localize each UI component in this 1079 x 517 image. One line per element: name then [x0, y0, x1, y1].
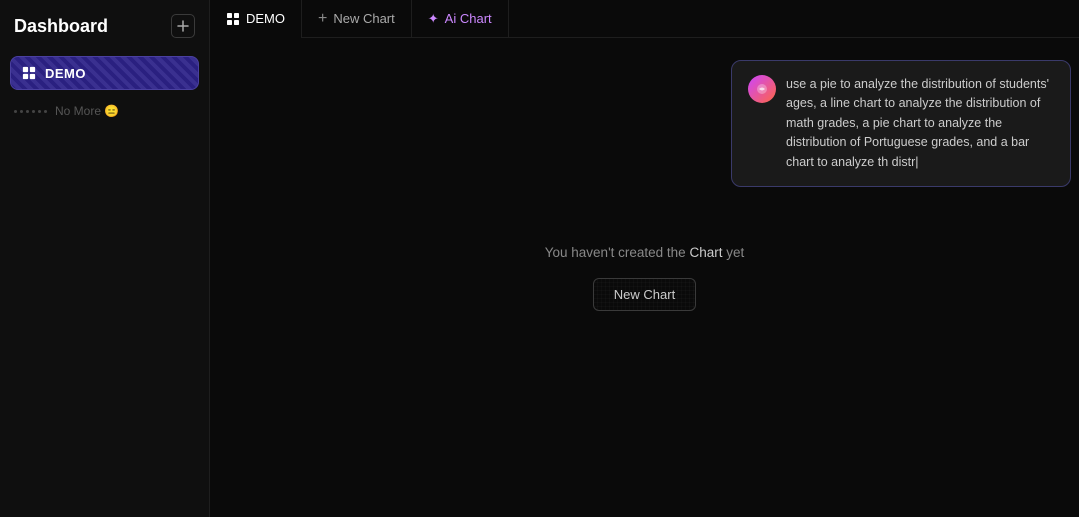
dot-5	[38, 110, 41, 113]
tab-demo-label: DEMO	[246, 11, 285, 26]
dot-4	[32, 110, 35, 113]
empty-state: You haven't created the Chart yet New Ch…	[545, 245, 744, 311]
sidebar-divider: No More 😑	[10, 104, 199, 118]
empty-state-text: You haven't created the Chart yet	[545, 245, 744, 260]
ai-tooltip: use a pie to analyze the distribution of…	[731, 60, 1071, 187]
empty-text-chart: Chart	[689, 245, 722, 260]
empty-text-prefix: You haven't created the	[545, 245, 690, 260]
sidebar-header: Dashboard	[10, 14, 199, 38]
empty-text-suffix: yet	[722, 245, 744, 260]
tab-ai-chart-label: Ai Chart	[445, 11, 492, 26]
divider-dots	[14, 110, 47, 113]
ai-tooltip-text: use a pie to analyze the distribution of…	[786, 75, 1054, 172]
tab-new-chart[interactable]: + New Chart	[302, 0, 412, 38]
add-dashboard-button[interactable]	[171, 14, 195, 38]
top-nav: DEMO + New Chart ✦ Ai Chart	[210, 0, 1079, 38]
sidebar-item-demo-label: DEMO	[45, 66, 86, 81]
new-chart-button-label: New Chart	[614, 287, 675, 302]
dot-6	[44, 110, 47, 113]
no-more-label: No More 😑	[55, 104, 119, 118]
dot-1	[14, 110, 17, 113]
dot-2	[20, 110, 23, 113]
dot-3	[26, 110, 29, 113]
plus-icon: +	[318, 10, 327, 28]
grid-icon	[21, 65, 37, 81]
tab-demo[interactable]: DEMO	[210, 0, 302, 38]
sparkle-icon: ✦	[428, 11, 439, 27]
sidebar-item-demo[interactable]: DEMO	[10, 56, 199, 90]
main-content: DEMO + New Chart ✦ Ai Chart use a pie to…	[210, 0, 1079, 517]
tab-ai-chart[interactable]: ✦ Ai Chart	[412, 0, 509, 38]
sidebar-title: Dashboard	[14, 16, 108, 37]
demo-grid-icon	[226, 12, 240, 26]
content-area: use a pie to analyze the distribution of…	[210, 38, 1079, 517]
tab-new-chart-label: New Chart	[333, 11, 394, 26]
sidebar: Dashboard DEMO No More 😑	[0, 0, 210, 517]
ai-avatar	[748, 75, 776, 103]
new-chart-button[interactable]: New Chart	[593, 278, 696, 311]
